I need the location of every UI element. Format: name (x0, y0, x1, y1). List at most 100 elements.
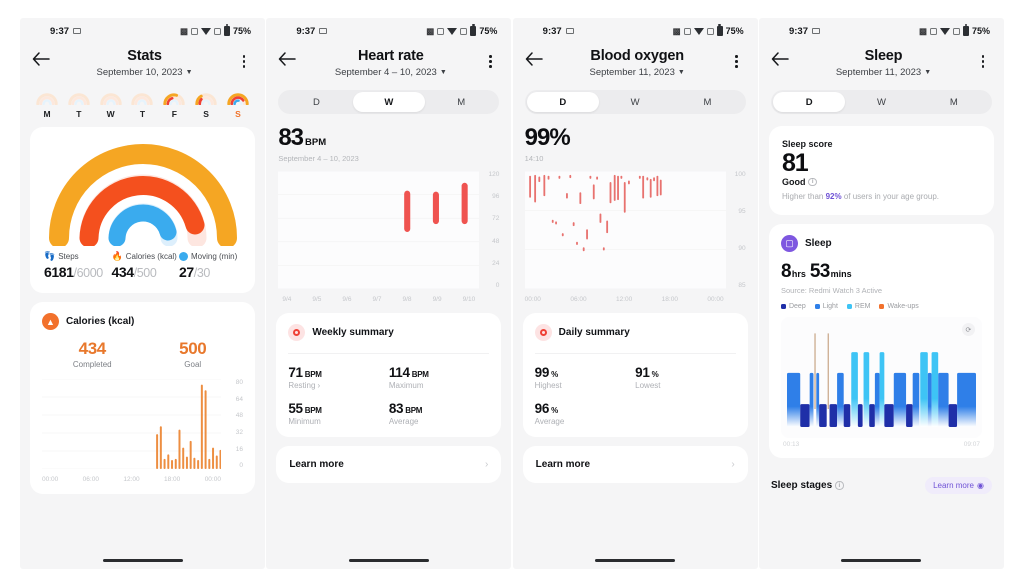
y-tick: 16 (235, 445, 243, 453)
metric-calories[interactable]: 🔥 Calories (kcal) 434/500 (112, 252, 180, 281)
info-icon[interactable]: i (835, 481, 844, 490)
week-day-1[interactable]: T (66, 92, 92, 119)
phone-screen-stats: 9:37 ▩ 75% Stats September 10, 2023 ▼ M … (20, 18, 265, 569)
status-bar: 9:37 ▩ 75% (759, 18, 1004, 44)
back-button[interactable] (32, 48, 54, 71)
calories-chart[interactable]: 80 64 48 32 16 0 00:00 06:00 12:00 18:00… (42, 378, 243, 484)
sleep-end-time: 09:07 (963, 441, 980, 448)
heart-rate-headline: 83 BPM September 4 – 10, 2023 (266, 126, 511, 164)
x-tick: 9/7 (372, 296, 382, 303)
phone-screen-heart-rate: 9:37 ▩ 75% Heart rate September 4 – 10, … (266, 18, 512, 569)
week-day-label: S (203, 109, 209, 119)
day-arc-icon (99, 92, 123, 106)
tab-month[interactable]: M (671, 92, 743, 112)
page-title: Heart rate (357, 48, 424, 64)
week-day-0[interactable]: M (34, 92, 60, 119)
date-label: September 10, 2023 (96, 67, 183, 78)
metric-moving[interactable]: Moving (min) 27/30 (179, 252, 241, 280)
x-tick: 12:00 (616, 296, 633, 303)
page-title: Blood oxygen (590, 48, 684, 64)
sleep-stages-chart[interactable]: ⟳ (780, 317, 982, 438)
heart-rate-chart[interactable]: 120 96 72 48 24 0 9/4 9/5 9/6 9/7 9/8 9/… (278, 170, 500, 303)
tab-day[interactable]: D (526, 92, 599, 112)
week-day-3[interactable]: T (129, 92, 155, 119)
more-options-button[interactable] (235, 48, 253, 68)
summary-item-resting[interactable]: 71 BPM Resting › (288, 365, 389, 390)
back-button[interactable] (525, 48, 547, 71)
date-selector[interactable]: September 4 – 10, 2023 ▼ (300, 67, 481, 78)
tab-day[interactable]: D (772, 92, 846, 112)
y-tick: 72 (492, 215, 500, 223)
x-tick: 00:00 (42, 476, 59, 484)
week-day-5[interactable]: S (193, 92, 219, 119)
legend-swatch (846, 304, 852, 309)
back-button[interactable] (771, 48, 793, 71)
mail-icon (565, 27, 574, 35)
date-selector[interactable]: September 10, 2023 ▼ (54, 67, 235, 78)
sleep-source: Source: Redmi Watch 3 Active (780, 286, 882, 295)
more-options-button[interactable] (481, 48, 499, 68)
period-tabs: D W M (524, 90, 746, 114)
x-tick: 00:00 (204, 476, 221, 484)
title-block: Stats September 10, 2023 ▼ (54, 48, 235, 78)
spo2-headline: 99% 14:10 (513, 126, 758, 164)
battery-percent: 75% (971, 26, 990, 36)
metric-steps[interactable]: 👣 Steps 6181/6000 (44, 251, 112, 281)
y-tick: 100 (734, 171, 746, 178)
summary-label: Minimum (288, 417, 321, 426)
summary-label: Maximum (388, 381, 424, 390)
tab-week[interactable]: W (352, 92, 425, 112)
summary-item-minimum: 55 BPM Minimum (288, 401, 389, 426)
calories-goal-value: 500 (179, 339, 207, 359)
app-bar: Heart rate September 4 – 10, 2023 ▼ (266, 44, 511, 88)
y-tick: 0 (495, 281, 500, 289)
weekly-summary-card: Weekly summary 71 BPM Resting › 114 BPM Max… (276, 313, 502, 437)
footsteps-icon: 👣 (44, 251, 56, 262)
learn-more-row[interactable]: Learn more › (276, 446, 502, 483)
tab-month[interactable]: M (918, 92, 990, 112)
week-day-4[interactable]: F (161, 92, 187, 119)
sleep-quality: Good i (782, 177, 981, 187)
hr-subtitle: September 4 – 10, 2023 (278, 154, 359, 163)
metric-label: Steps (58, 252, 79, 261)
home-indicator (841, 559, 922, 562)
summary-unit: BPM (304, 406, 322, 415)
legend-label: Deep (788, 303, 806, 310)
tab-week[interactable]: W (599, 92, 671, 112)
summary-header: Daily summary (534, 324, 736, 341)
wifi-icon (939, 27, 950, 35)
day-arc-icon (35, 92, 59, 106)
y-tick: 64 (235, 395, 243, 403)
blood-oxygen-chart[interactable]: 100 95 90 85 00:00 06:00 12:00 18:00 00:… (524, 170, 746, 303)
week-day-6[interactable]: S (225, 92, 251, 119)
tab-day[interactable]: D (280, 92, 352, 112)
hr-unit: BPM (305, 137, 327, 148)
x-tick: 12:00 (123, 476, 140, 484)
summary-value: 96 (534, 401, 550, 416)
battery-percent: 75% (479, 26, 498, 36)
summary-unit: % (551, 406, 558, 415)
more-options-button[interactable] (728, 48, 746, 68)
chevron-right-icon: › (317, 381, 321, 390)
tab-month[interactable]: M (425, 92, 497, 112)
learn-more-row[interactable]: Learn more › (522, 446, 748, 483)
back-button[interactable] (278, 48, 300, 71)
tab-week[interactable]: W (845, 92, 917, 112)
battery-icon (962, 24, 969, 36)
battery-percent: 75% (725, 26, 744, 36)
learn-more-pill[interactable]: Learn more ◉ (925, 477, 992, 494)
wifi-icon (447, 27, 458, 35)
refresh-icon[interactable]: ⟳ (961, 323, 975, 336)
more-options-button[interactable] (974, 48, 992, 68)
sleep-legend: Deep Light REM Wake-ups (780, 303, 982, 310)
summary-unit: % (551, 370, 558, 379)
date-selector[interactable]: September 11, 2023 ▼ (793, 67, 974, 78)
x-tick: 00:00 (524, 296, 541, 303)
summary-title: Weekly summary (312, 327, 394, 338)
battery-icon (716, 24, 723, 36)
hr-x-axis: 9/4 9/5 9/6 9/7 9/8 9/9 9/10 (282, 296, 475, 303)
info-icon[interactable]: i (808, 177, 817, 187)
date-selector[interactable]: September 11, 2023 ▼ (547, 67, 728, 78)
week-day-2[interactable]: W (98, 92, 124, 119)
sleep-score-card: Sleep score 81 Good i Higher than 92% of… (768, 126, 994, 215)
